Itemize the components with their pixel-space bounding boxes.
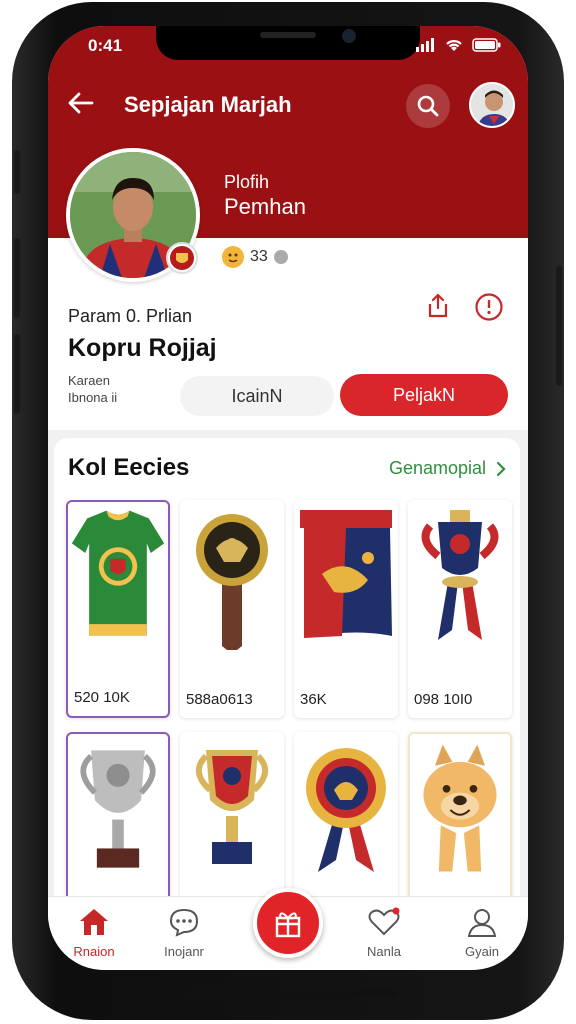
tab-chat-label: Inojanr: [164, 944, 204, 959]
volume-down-button: [14, 334, 20, 414]
item-price: 098 10I0: [414, 691, 473, 708]
status-icons: [416, 38, 502, 52]
collection-item-trophy-ribbon[interactable]: 098 10I0: [408, 500, 512, 718]
home-indicator: [186, 990, 396, 997]
info-icon[interactable]: [474, 292, 504, 322]
tab-profile-label: Gyain: [465, 944, 499, 959]
chat-icon: [169, 908, 199, 937]
collection-item-medal[interactable]: 588a0613: [180, 500, 284, 718]
item-price: 588a0613: [186, 691, 253, 708]
back-arrow-icon[interactable]: [66, 88, 96, 118]
tab-home-label: Rnaion: [73, 944, 115, 959]
status-dot-icon: [273, 250, 288, 264]
trophy-ribbon-icon: [421, 510, 499, 640]
status-time: 0:41: [88, 36, 123, 55]
profile-sub-label: Param 0. Prlian: [68, 306, 193, 326]
collection-link-label: Genamopial: [388, 458, 486, 478]
tab-chat[interactable]: Inojanr: [144, 907, 224, 959]
red-trophy-icon: [196, 750, 268, 864]
flag-icon: [300, 510, 392, 638]
wifi-icon: [446, 40, 462, 51]
gift-icon: [275, 912, 301, 938]
secondary-button[interactable]: IcainN: [180, 376, 334, 416]
reaction-count: 33: [222, 246, 288, 268]
rosette-icon: [306, 748, 386, 872]
tab-favorites-label: Nanla: [367, 944, 401, 959]
user-avatar[interactable]: [469, 82, 515, 128]
notch: [156, 26, 420, 60]
profile-label: Plofih: [224, 172, 270, 192]
user-icon: [467, 909, 497, 937]
profile-meta: Karaen Ibnona ii: [68, 372, 117, 406]
profile-name: Kopru Rojjaj: [68, 334, 217, 362]
meta-line-2: Ibnona ii: [68, 390, 118, 405]
share-icon[interactable]: [424, 292, 452, 320]
dog-plush-icon: [423, 744, 497, 872]
medal-icon: [196, 514, 268, 650]
volume-up-button: [14, 238, 20, 318]
search-button[interactable]: [406, 84, 450, 128]
collection-item-rosette[interactable]: [294, 732, 398, 908]
collection-title: Kol Eecies: [68, 454, 190, 481]
item-price: 36K: [300, 691, 327, 708]
center-action-button[interactable]: [253, 888, 323, 958]
primary-button[interactable]: PeljakN: [340, 374, 508, 416]
profile-heading: Pemhan: [224, 194, 306, 219]
page-title: Sepjajan Marjah: [124, 92, 292, 117]
collection-item-jersey[interactable]: 520 10K: [66, 500, 170, 718]
jersey-icon: [71, 510, 165, 636]
emoji-icon: [222, 246, 244, 268]
silver-trophy-icon: [80, 750, 156, 868]
power-button: [556, 266, 562, 386]
reaction-count-value: 33: [250, 248, 268, 265]
collection-item-dog-plush[interactable]: [408, 732, 512, 908]
collection-item-flag[interactable]: 36K: [294, 500, 398, 718]
collection-link[interactable]: Genamopial: [389, 458, 506, 479]
meta-line-1: Karaen: [68, 373, 110, 388]
collection-item-silver-trophy[interactable]: [66, 732, 170, 908]
tab-profile[interactable]: Gyain: [442, 907, 522, 959]
collection-section: Kol Eecies Genamopial 520 10K 588a0613 3…: [54, 438, 520, 908]
chevron-right-icon: [496, 461, 506, 476]
search-icon: [417, 95, 439, 117]
home-icon: [80, 909, 108, 935]
screen: 0:41 Sepjajan Marjah Plofih Pemhan 33 Pa…: [48, 26, 528, 970]
collection-item-red-trophy[interactable]: [180, 732, 284, 908]
battery-icon: [472, 38, 501, 52]
club-badge-icon: [166, 242, 198, 274]
mute-switch: [14, 150, 20, 194]
signal-icon: [416, 38, 434, 52]
heart-icon: [368, 907, 400, 936]
tab-favorites[interactable]: Nanla: [344, 907, 424, 959]
tab-home[interactable]: Rnaion: [54, 907, 134, 959]
item-price: 520 10K: [74, 689, 130, 706]
